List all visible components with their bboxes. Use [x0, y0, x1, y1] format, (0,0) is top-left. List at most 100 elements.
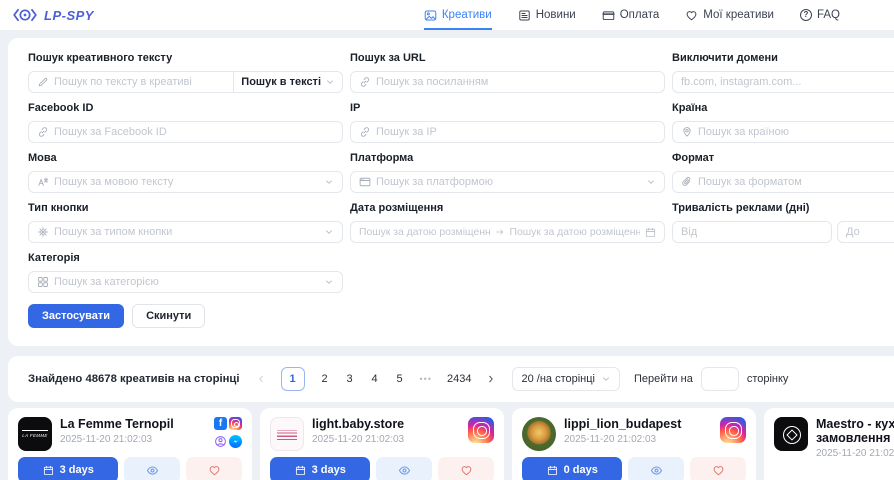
nav-label: Оплата	[620, 9, 660, 21]
nav-item-creatives[interactable]: Креативи	[424, 0, 492, 30]
button-type-placeholder: Пошук за типом кнопки	[54, 226, 319, 238]
favorite-button[interactable]	[690, 457, 746, 480]
card-info: lippi_lion_budapest 2025-11-20 21:02:03	[564, 417, 712, 451]
chevron-down-icon	[324, 177, 334, 187]
credit-card-icon	[602, 9, 615, 22]
avatar-text: LA FEMME	[22, 430, 47, 438]
page-button-5[interactable]: 5	[395, 373, 405, 385]
duration-to-box	[837, 221, 894, 243]
days-button[interactable]: 0 days	[522, 457, 622, 480]
days-button[interactable]: 3 days	[270, 457, 370, 480]
filters-panel: Пошук креативного тексту Пошук в тексті	[8, 38, 894, 346]
prev-page-button[interactable]	[256, 374, 266, 384]
date-from-input[interactable]	[359, 227, 490, 238]
ip-inputbox	[350, 121, 665, 143]
apply-button[interactable]: Застосувати	[28, 304, 124, 328]
next-page-button[interactable]	[486, 374, 496, 384]
calendar-icon	[295, 465, 306, 476]
field-label: Пошук за URL	[350, 52, 665, 65]
link-icon	[37, 126, 49, 138]
reset-button[interactable]: Скинути	[132, 304, 205, 328]
field-exclude-domains: Виключити домени	[672, 52, 894, 93]
creative-text-input[interactable]	[54, 76, 225, 88]
results-bar: Знайдено 48678 креативів на сторінці 1 2…	[8, 356, 894, 402]
page-button-2[interactable]: 2	[320, 373, 330, 385]
field-label: Пошук креативного тексту	[28, 52, 343, 65]
chevron-down-icon	[324, 277, 334, 287]
category-select[interactable]: Пошук за категорією	[28, 271, 343, 293]
instagram-icon[interactable]	[720, 417, 746, 443]
chevron-down-icon	[324, 227, 334, 237]
field-category: Категорія Пошук за категорією	[28, 252, 343, 293]
button-type-select[interactable]: Пошук за типом кнопки	[28, 221, 343, 243]
creative-card[interactable]: Maestro - кухні, меблі на замовлення в У…	[764, 408, 894, 480]
duration-from-box	[672, 221, 832, 243]
creative-card[interactable]: lippi_lion_budapest 2025-11-20 21:02:03 …	[512, 408, 756, 480]
messenger-icon[interactable]	[229, 435, 242, 448]
creative-card[interactable]: light.baby.store 2025-11-20 21:02:03 3 d…	[260, 408, 504, 480]
nav-item-news[interactable]: Новини	[518, 0, 576, 30]
page-size-select[interactable]: 20 /на сторінці	[512, 367, 620, 391]
pagination: 1 2 3 4 5 ••• 2434	[256, 367, 497, 391]
favorite-button[interactable]	[186, 457, 242, 480]
views-button[interactable]	[124, 457, 180, 480]
search-mode-select[interactable]: Пошук в тексті	[233, 72, 342, 92]
card-header: lippi_lion_budapest 2025-11-20 21:02:03	[522, 417, 746, 451]
page-jump-ellipsis[interactable]: •••	[420, 374, 432, 384]
page-button-1[interactable]: 1	[281, 367, 305, 391]
date-to-input[interactable]	[510, 227, 641, 238]
avatar	[774, 417, 808, 451]
language-select[interactable]: Пошук за мовою тексту	[28, 171, 343, 193]
logo-text: LP-SPY	[44, 8, 94, 23]
instagram-icon[interactable]	[468, 417, 494, 443]
nav-item-my-creatives[interactable]: Мої креативи	[685, 0, 774, 30]
page-size-value: 20 /на сторінці	[521, 373, 595, 385]
field-creative-text: Пошук креативного тексту Пошук в тексті	[28, 52, 343, 93]
logo[interactable]: LP-SPY	[12, 7, 94, 23]
views-button[interactable]	[628, 457, 684, 480]
arrow-right-icon	[495, 227, 505, 237]
creative-text-inputwrap	[29, 72, 233, 92]
filter-actions: Застосувати Скинути	[28, 304, 894, 328]
exclude-domains-input[interactable]	[681, 76, 894, 88]
duration-from-input[interactable]	[681, 226, 823, 238]
chevron-left-icon	[256, 374, 266, 384]
page-button-last[interactable]: 2434	[447, 373, 471, 385]
page-button-3[interactable]: 3	[345, 373, 355, 385]
card-actions: 0 days	[522, 457, 746, 480]
favorite-button[interactable]	[438, 457, 494, 480]
chevron-down-icon	[601, 374, 611, 384]
field-label: Тривалість реклами (дні)	[672, 202, 894, 215]
field-country: Країна	[672, 102, 894, 143]
platform-select[interactable]: Пошук за платформою	[350, 171, 665, 193]
avatar: LA FEMME	[18, 417, 52, 451]
date-range-picker[interactable]	[350, 221, 665, 243]
views-button[interactable]	[376, 457, 432, 480]
facebook-id-input[interactable]	[54, 126, 334, 138]
link-icon	[359, 126, 371, 138]
avatar	[270, 417, 304, 451]
instagram-icon[interactable]	[229, 417, 242, 430]
creative-card[interactable]: LA FEMME La Femme Ternopil 2025-11-20 21…	[8, 408, 252, 480]
country-input[interactable]	[698, 126, 894, 138]
field-label: Категорія	[28, 252, 343, 265]
duration-to-input[interactable]	[846, 226, 894, 238]
card-date: 2025-11-20 21:02:03	[312, 434, 460, 445]
field-url: Пошук за URL	[350, 52, 665, 93]
ip-input[interactable]	[376, 126, 656, 138]
goto-page-input[interactable]	[701, 367, 739, 391]
app-header: LP-SPY Креативи Новини Оплата Мої креати…	[0, 0, 894, 30]
url-input[interactable]	[376, 76, 656, 88]
field-placement-date: Дата розміщення	[350, 202, 665, 243]
nav-item-faq[interactable]: FAQ	[800, 0, 840, 30]
chevron-down-icon	[325, 77, 335, 87]
days-button[interactable]: 3 days	[18, 457, 118, 480]
person-circle-icon[interactable]	[214, 435, 227, 448]
search-mode-value: Пошук в тексті	[241, 76, 321, 88]
field-platform: Платформа Пошук за платформою	[350, 152, 665, 193]
card-date: 2025-11-20 21:02:03	[564, 434, 712, 445]
page-button-4[interactable]: 4	[370, 373, 380, 385]
facebook-icon[interactable]	[214, 417, 227, 430]
format-input[interactable]	[698, 176, 894, 188]
nav-item-payment[interactable]: Оплата	[602, 0, 660, 30]
